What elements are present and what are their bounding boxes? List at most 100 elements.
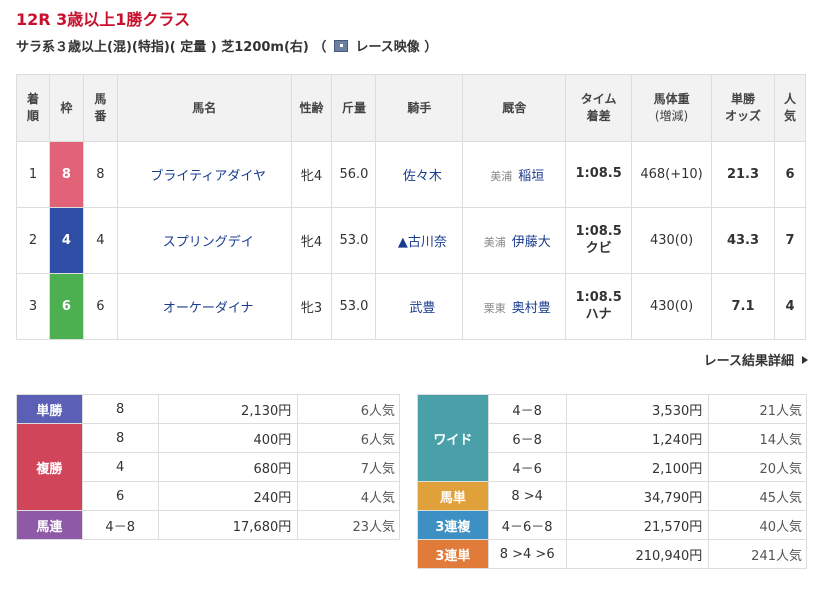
trainer-cell: 美浦 稲垣	[462, 141, 567, 208]
bet-type-sanrenpuku: 3連複	[417, 510, 489, 540]
payout-row: ワイド 4－8 3,530円 21人気	[417, 394, 807, 482]
payout-popularity: 23人気	[297, 510, 400, 540]
result-row: 1 8 8 ブライティアダイヤ 牝4 56.0 佐々木 美浦 稲垣 1:08.5 468(+10) 2…	[16, 141, 807, 208]
payout-row: 馬単 8 >4 34,790円 45人気	[417, 481, 807, 511]
payout-popularity: 241人気	[708, 539, 807, 569]
payout-amount: 400円	[157, 423, 299, 453]
header-jockey: 騎手	[375, 74, 464, 142]
race-conditions: サラ系３歳以上(混)(特指)( 定量 ) 芝1200m(右) （	[16, 40, 327, 55]
payout-popularity: 40人気	[708, 510, 807, 540]
umaban-cell: 8	[82, 141, 118, 208]
header-umaban: 馬番	[82, 74, 118, 142]
payout-combination: 8 >4	[487, 481, 567, 511]
time-cell: 1:08.5 クビ	[565, 207, 633, 274]
bodyweight-cell: 430(0)	[631, 207, 713, 274]
jockey-link[interactable]: 武豊	[409, 301, 435, 316]
popularity-cell: 6	[773, 141, 807, 208]
payout-row: 3連単 8 >4 >6 210,940円 241人気	[417, 539, 807, 569]
weight-cell: 56.0	[331, 141, 377, 208]
sexage-cell: 牝3	[290, 273, 333, 340]
payout-combination: 8	[81, 423, 159, 453]
umaban-cell: 6	[82, 273, 118, 340]
payout-row: 単勝 8 2,130円 6人気	[16, 394, 400, 424]
jockey-link[interactable]: 佐々木	[403, 169, 442, 184]
header-odds: 単勝 オッズ	[711, 74, 775, 142]
payout-combination: 4－6－8	[487, 510, 567, 540]
jockey-link[interactable]: ▲古川奈	[398, 235, 447, 250]
weight-cell: 53.0	[331, 207, 377, 274]
horse-name-cell: スプリングデイ	[116, 207, 292, 274]
payout-combination: 8 >4 >6	[487, 539, 567, 569]
trainer-cell: 栗東 奥村豊	[462, 273, 567, 340]
bodyweight-cell: 468(+10)	[631, 141, 713, 208]
payout-table-left: 単勝 8 2,130円 6人気 複勝 8 400円 6人気 4 680円 7人気 6 240円 4人気 馬連…	[16, 394, 400, 540]
odds-cell: 21.3	[711, 141, 775, 208]
time-cell: 1:08.5	[565, 141, 633, 208]
sexage-cell: 牝4	[290, 141, 333, 208]
bodyweight-cell: 430(0)	[631, 273, 713, 340]
payout-combination: 4－8	[81, 510, 159, 540]
sexage-cell: 牝4	[290, 207, 333, 274]
race-detail-label[interactable]: レース結果詳細	[704, 354, 794, 369]
bet-type-fukusho: 複勝	[16, 423, 83, 511]
payout-popularity: 6人気	[297, 423, 400, 453]
payout-amount: 240円	[157, 481, 299, 511]
rank-cell: 1	[16, 141, 50, 208]
race-subtitle: サラ系３歳以上(混)(特指)( 定量 ) 芝1200m(右) （ レース映像 ）	[16, 36, 437, 55]
payout-popularity: 21人気	[708, 394, 807, 424]
payout-combination: 6－8	[487, 423, 567, 453]
horse-name-link[interactable]: スプリングデイ	[163, 235, 254, 250]
waku-cell: 4	[48, 207, 84, 274]
jockey-cell: 佐々木	[375, 141, 464, 208]
horse-name-link[interactable]: オーケーダイナ	[163, 301, 254, 316]
bet-type-tansho: 単勝	[16, 394, 83, 424]
payout-combination: 6	[81, 481, 159, 511]
video-icon[interactable]	[333, 40, 348, 52]
header-pop: 人気	[773, 74, 807, 142]
payout-amount: 680円	[157, 452, 299, 482]
payout-row: 馬連 4－8 17,680円 23人気	[16, 510, 400, 540]
payout-combination: 4－6	[487, 452, 567, 482]
payout-amount: 2,100円	[565, 452, 710, 482]
finish-margin: クビ	[585, 240, 612, 256]
jockey-cell: 武豊	[375, 273, 464, 340]
trainer-region: 美浦	[490, 170, 513, 183]
payout-popularity: 4人気	[297, 481, 400, 511]
trainer-link[interactable]: 奥村豊	[512, 301, 551, 316]
payout-amount: 1,240円	[565, 423, 710, 453]
bet-type-umaren: 馬連	[16, 510, 83, 540]
payout-row: 複勝 8 400円 6人気	[16, 423, 400, 511]
waku-cell: 8	[48, 141, 84, 208]
payout-popularity: 45人気	[708, 481, 807, 511]
trainer-region: 美浦	[483, 236, 506, 249]
payout-amount: 17,680円	[157, 510, 299, 540]
bet-type-sanrentan: 3連単	[417, 539, 489, 569]
popularity-cell: 4	[773, 273, 807, 340]
header-weight: 斤量	[331, 74, 377, 142]
trainer-link[interactable]: 稲垣	[518, 169, 544, 184]
chevron-right-icon	[802, 356, 808, 364]
payout-popularity: 20人気	[708, 452, 807, 482]
trainer-link[interactable]: 伊藤大	[512, 235, 551, 250]
bet-type-wide: ワイド	[417, 394, 489, 482]
finish-time: 1:08.5	[575, 166, 622, 182]
horse-name-link[interactable]: ブライティアダイヤ	[150, 169, 266, 184]
result-row: 2 4 4 スプリングデイ 牝4 53.0 ▲古川奈 美浦 伊藤大 1:08.5 クビ 430(0) 4…	[16, 207, 807, 274]
race-detail-link[interactable]: レース結果詳細	[704, 350, 808, 369]
popularity-cell: 7	[773, 207, 807, 274]
payout-popularity: 7人気	[297, 452, 400, 482]
waku-cell: 6	[48, 273, 84, 340]
payout-combination: 4－8	[487, 394, 567, 424]
results-table: 着順 枠 馬番 馬名 性齢 斤量 騎手 厩舎 タイム 着差 馬体重 (増減) 単勝オ…	[16, 74, 807, 340]
odds-cell: 43.3	[711, 207, 775, 274]
odds-cell: 7.1	[711, 273, 775, 340]
finish-time: 1:08.5	[575, 289, 622, 305]
time-cell: 1:08.5 ハナ	[565, 273, 633, 340]
header-horse: 馬名	[116, 74, 292, 142]
result-row: 3 6 6 オーケーダイナ 牝3 53.0 武豊 栗東 奥村豊 1:08.5 ハナ 430(0) 7.1…	[16, 273, 807, 340]
race-video-link[interactable]: レース映像 ）	[355, 40, 437, 55]
header-bodyweight: 馬体重 (増減)	[631, 74, 713, 142]
payout-amount: 2,130円	[157, 394, 299, 424]
rank-cell: 2	[16, 207, 50, 274]
finish-time: 1:08.5	[575, 223, 622, 239]
